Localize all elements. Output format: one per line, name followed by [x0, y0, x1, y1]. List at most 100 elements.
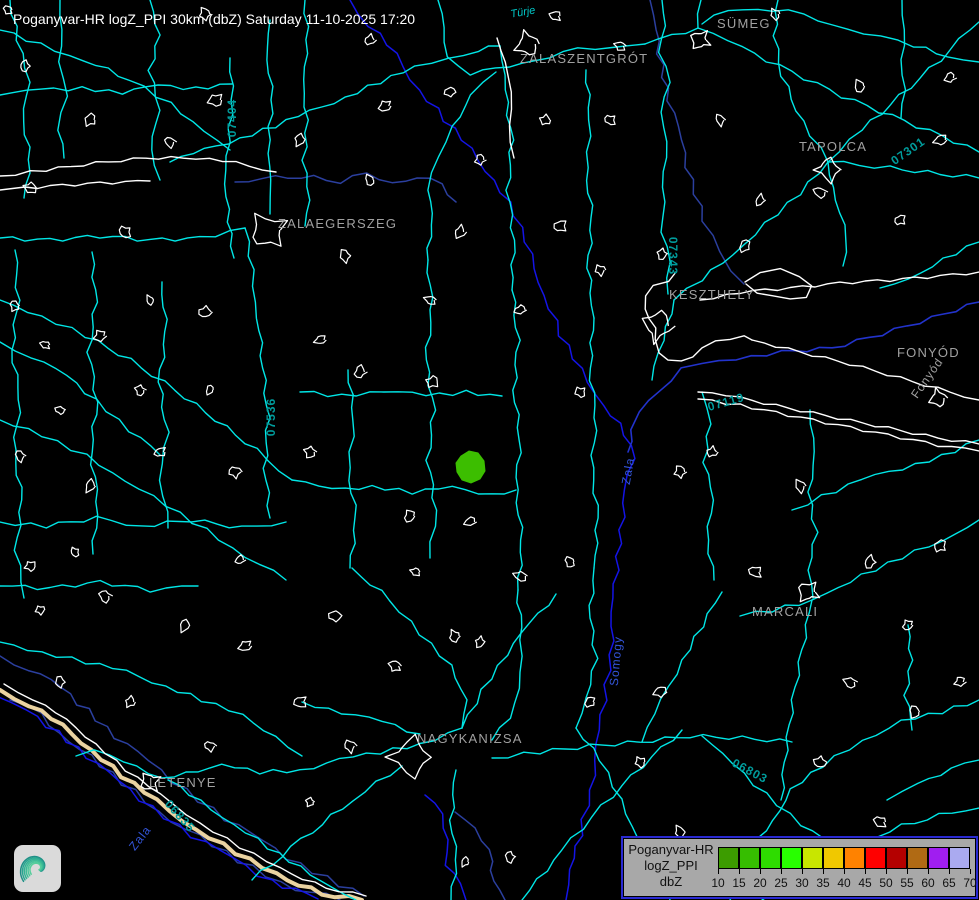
city-label: LETENYE — [149, 776, 217, 789]
road-minor-line — [586, 70, 594, 318]
village-outline — [462, 857, 469, 868]
village-outline — [873, 817, 886, 827]
legend-tick-mark — [928, 869, 929, 874]
town-outline — [799, 582, 820, 602]
village-outline — [147, 295, 154, 306]
village-outline — [71, 547, 78, 557]
village-outline — [707, 446, 718, 457]
legend-tick-label: 20 — [749, 876, 771, 890]
road-minor-line — [267, 20, 273, 214]
village-outline — [294, 697, 306, 707]
village-outline — [207, 94, 222, 106]
village-outline — [796, 479, 806, 493]
village-outline — [749, 567, 762, 577]
road-minor-line — [302, 702, 420, 734]
road-minor-line — [828, 161, 979, 178]
road-number-label: 07536 — [265, 398, 277, 436]
village-outline — [476, 636, 486, 648]
city-label: NAGYKANIZSA — [417, 732, 523, 745]
legend-product-name: logZ_PPI — [624, 858, 718, 874]
village-outline — [85, 113, 95, 126]
village-outline — [674, 466, 687, 479]
village-outline — [450, 629, 461, 642]
village-outline — [843, 678, 858, 688]
village-outline — [813, 188, 828, 199]
village-outline — [199, 306, 213, 317]
legend-color-box — [949, 847, 970, 869]
road-minor-line — [292, 480, 516, 494]
village-outline — [554, 221, 566, 231]
legend-color-scale: 10152025303540455055606570 — [718, 847, 972, 893]
legend-tick-mark — [802, 869, 803, 874]
legend-tick-mark — [949, 869, 950, 874]
road-minor-line — [512, 290, 523, 590]
road-minor-line — [450, 770, 457, 900]
village-outline — [306, 797, 315, 806]
village-outline — [354, 365, 367, 378]
legend-tick-mark — [865, 869, 866, 874]
village-outline — [345, 740, 357, 754]
village-outline — [549, 12, 560, 21]
road-minor-line — [773, 0, 828, 162]
road-minor-line — [0, 228, 245, 241]
legend-color-box — [823, 847, 844, 869]
village-outline — [865, 554, 876, 568]
legend-tick-mark — [739, 869, 740, 874]
village-outline — [340, 250, 351, 264]
road-minor-line — [576, 568, 598, 728]
city-label: ZALASZENTGRÓT — [520, 52, 648, 65]
village-outline — [464, 517, 477, 526]
city-label: MARCALI — [752, 605, 818, 618]
road-minor-line — [10, 0, 30, 198]
road-minor-line — [492, 590, 522, 740]
river-dark-line — [650, 0, 744, 284]
legend-tick-mark — [718, 869, 719, 874]
radar-echo — [456, 451, 485, 483]
radar-title: Poganyvar-HR logZ_PPI 30km (dbZ) Saturda… — [13, 11, 415, 27]
village-outline — [365, 33, 377, 44]
village-outline — [444, 87, 456, 97]
village-outline — [716, 114, 726, 127]
city-label: ZALAEGERSZEG — [278, 217, 397, 230]
road-minor-line — [792, 440, 979, 510]
road-minor-line — [492, 735, 792, 759]
legend-tick-mark — [907, 869, 908, 874]
legend-tick-label: 10 — [707, 876, 729, 890]
village-outline — [126, 695, 136, 707]
village-outline — [895, 215, 905, 224]
road-minor-line — [225, 58, 234, 258]
legend-panel: Poganyvar-HR logZ_PPI dbZ 10152025303540… — [623, 838, 976, 897]
road-minor-line — [158, 282, 169, 528]
legend-color-box — [739, 847, 760, 869]
legend-tick-label: 45 — [854, 876, 876, 890]
road-minor-line — [170, 46, 500, 162]
road-minor-line — [880, 242, 979, 288]
village-outline — [954, 677, 967, 686]
legend-tick-label: 60 — [917, 876, 939, 890]
village-outline — [207, 385, 214, 395]
legend-color-box — [781, 847, 802, 869]
village-outline — [93, 330, 107, 341]
village-outline — [238, 641, 252, 650]
road-minor-line — [427, 72, 496, 260]
legend-unit-label: dbZ — [624, 874, 718, 890]
village-outline — [165, 138, 177, 149]
road-minor-line — [0, 342, 160, 455]
road-minor-line — [589, 318, 598, 568]
city-label: SÜMEG — [717, 17, 771, 30]
road-minor-line — [887, 760, 979, 800]
road-minor-line — [148, 0, 160, 180]
river-dark-line — [235, 173, 456, 202]
village-outline — [595, 265, 606, 277]
legend-tick-mark — [760, 869, 761, 874]
legend-tick-label: 35 — [812, 876, 834, 890]
legend-tick-mark — [970, 869, 971, 874]
village-outline — [378, 101, 391, 111]
village-outline — [565, 557, 574, 567]
road-minor-line — [781, 600, 812, 800]
road-minor-line — [12, 250, 24, 598]
legend-color-box — [928, 847, 949, 869]
road-minor-line — [300, 390, 502, 396]
legend-tick-mark — [886, 869, 887, 874]
village-outline — [205, 742, 217, 753]
